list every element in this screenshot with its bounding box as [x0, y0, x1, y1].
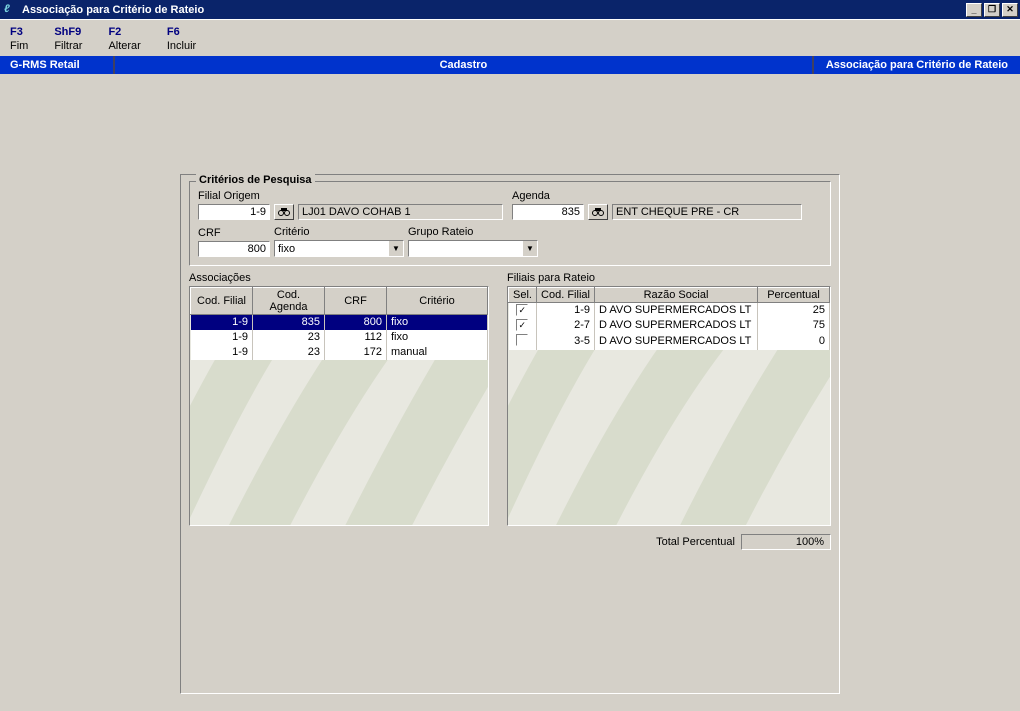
fn-label: Fim — [10, 40, 28, 52]
total-percentual-label: Total Percentual — [656, 536, 735, 548]
cell-razao: D AVO SUPERMERCADOS LT — [595, 333, 758, 350]
app-icon: ℓ — [4, 3, 18, 17]
chevron-down-icon: ▼ — [388, 241, 403, 256]
cell-crf: 172 — [325, 345, 387, 360]
col-razao[interactable]: Razão Social — [595, 288, 758, 303]
fn-item-fim[interactable]: F3 Fim — [10, 26, 28, 52]
filial-origem-label: Filial Origem — [198, 190, 270, 202]
associacoes-table[interactable]: Cod. Filial Cod. Agenda CRF Critério 1-9… — [189, 286, 489, 526]
criterio-combo[interactable]: fixo ▼ — [274, 240, 404, 257]
close-button[interactable]: ✕ — [1002, 3, 1018, 17]
fn-key: ShF9 — [54, 26, 82, 38]
table-row[interactable]: 1-923112fixo — [191, 330, 488, 345]
fn-key: F6 — [167, 26, 196, 38]
cell-cod-agenda: 23 — [253, 345, 325, 360]
grupo-value — [409, 241, 522, 256]
cell-crf: 112 — [325, 330, 387, 345]
col-criterio[interactable]: Critério — [387, 288, 488, 315]
cell-percentual: 0 — [758, 333, 830, 350]
grupo-label: Grupo Rateio — [408, 226, 538, 238]
fn-key: F2 — [108, 26, 140, 38]
workspace: Critérios de Pesquisa Filial Origem LJ01… — [0, 74, 1020, 694]
fn-label: Alterar — [108, 40, 140, 52]
sub-header-right: Associação para Critério de Rateio — [812, 56, 1020, 74]
fn-label: Incluir — [167, 40, 196, 52]
table-row[interactable]: ✓ 2-7D AVO SUPERMERCADOS LT75 — [509, 318, 830, 333]
window-buttons: _ ❐ ✕ — [966, 3, 1018, 17]
table-row[interactable]: 1-923172manual — [191, 345, 488, 360]
checkbox-icon[interactable]: ✓ — [516, 319, 528, 331]
checkbox-icon[interactable]: ✓ — [516, 304, 528, 316]
criterio-label: Critério — [274, 226, 404, 238]
agenda-name: ENT CHEQUE PRE - CR — [612, 204, 802, 220]
col-sel[interactable]: Sel. — [509, 288, 537, 303]
cell-cod-filial: 1-9 — [191, 345, 253, 360]
col-percentual[interactable]: Percentual — [758, 288, 830, 303]
cell-criterio: manual — [387, 345, 488, 360]
col-cod-filial2[interactable]: Cod. Filial — [537, 288, 595, 303]
cell-cod-filial: 1-9 — [191, 315, 253, 330]
cell-cod-filial: 1-9 — [191, 330, 253, 345]
chevron-down-icon: ▼ — [522, 241, 537, 256]
cell-crf: 800 — [325, 315, 387, 330]
sub-header-center: Cadastro — [115, 56, 812, 74]
cell-percentual: 25 — [758, 303, 830, 318]
crf-label: CRF — [198, 227, 270, 239]
groupbox-legend: Critérios de Pesquisa — [196, 174, 315, 186]
cell-cod-filial: 1-9 — [537, 303, 595, 318]
fn-item-alterar[interactable]: F2 Alterar — [108, 26, 140, 52]
filiais-label: Filiais para Rateio — [507, 272, 831, 284]
sub-header-left: G-RMS Retail — [0, 56, 115, 74]
fn-label: Filtrar — [54, 40, 82, 52]
table-row[interactable]: 1-9835800fixo — [191, 315, 488, 330]
cell-razao: D AVO SUPERMERCADOS LT — [595, 318, 758, 333]
col-cod-filial[interactable]: Cod. Filial — [191, 288, 253, 315]
fn-key: F3 — [10, 26, 28, 38]
associacoes-label: Associações — [189, 272, 489, 284]
cell-sel[interactable] — [509, 333, 537, 350]
filiais-table[interactable]: Sel. Cod. Filial Razão Social Percentual… — [507, 286, 831, 526]
filial-origem-lookup-button[interactable] — [274, 204, 294, 220]
cell-sel[interactable]: ✓ — [509, 318, 537, 333]
cell-cod-agenda: 23 — [253, 330, 325, 345]
filial-origem-input[interactable] — [198, 204, 270, 220]
fn-item-incluir[interactable]: F6 Incluir — [167, 26, 196, 52]
criteria-groupbox: Critérios de Pesquisa Filial Origem LJ01… — [189, 181, 831, 266]
table-row[interactable]: ✓ 1-9D AVO SUPERMERCADOS LT25 — [509, 303, 830, 318]
crf-input[interactable] — [198, 241, 270, 257]
agenda-input[interactable] — [512, 204, 584, 220]
minimize-button[interactable]: _ — [966, 3, 982, 17]
main-panel: Critérios de Pesquisa Filial Origem LJ01… — [180, 174, 840, 694]
cell-cod-agenda: 835 — [253, 315, 325, 330]
restore-button[interactable]: ❐ — [984, 3, 1000, 17]
filial-origem-name: LJ01 DAVO COHAB 1 — [298, 204, 503, 220]
col-crf[interactable]: CRF — [325, 288, 387, 315]
criterio-value: fixo — [275, 241, 388, 256]
checkbox-icon[interactable] — [516, 334, 528, 346]
col-cod-agenda[interactable]: Cod. Agenda — [253, 288, 325, 315]
sub-header: G-RMS Retail Cadastro Associação para Cr… — [0, 56, 1020, 74]
binoculars-icon — [278, 207, 290, 217]
function-key-bar: F3 Fim ShF9 Filtrar F2 Alterar F6 Inclui… — [0, 19, 1020, 56]
binoculars-icon — [592, 207, 604, 217]
cell-cod-filial: 3-5 — [537, 333, 595, 350]
cell-sel[interactable]: ✓ — [509, 303, 537, 318]
window-title: Associação para Critério de Rateio — [22, 4, 966, 16]
cell-criterio: fixo — [387, 330, 488, 345]
grupo-combo[interactable]: ▼ — [408, 240, 538, 257]
table-row[interactable]: 3-5D AVO SUPERMERCADOS LT0 — [509, 333, 830, 350]
titlebar: ℓ Associação para Critério de Rateio _ ❐… — [0, 0, 1020, 19]
fn-item-filtrar[interactable]: ShF9 Filtrar — [54, 26, 82, 52]
agenda-label: Agenda — [512, 190, 584, 202]
cell-razao: D AVO SUPERMERCADOS LT — [595, 303, 758, 318]
agenda-lookup-button[interactable] — [588, 204, 608, 220]
cell-criterio: fixo — [387, 315, 488, 330]
cell-percentual: 75 — [758, 318, 830, 333]
total-percentual-value: 100% — [741, 534, 831, 550]
cell-cod-filial: 2-7 — [537, 318, 595, 333]
